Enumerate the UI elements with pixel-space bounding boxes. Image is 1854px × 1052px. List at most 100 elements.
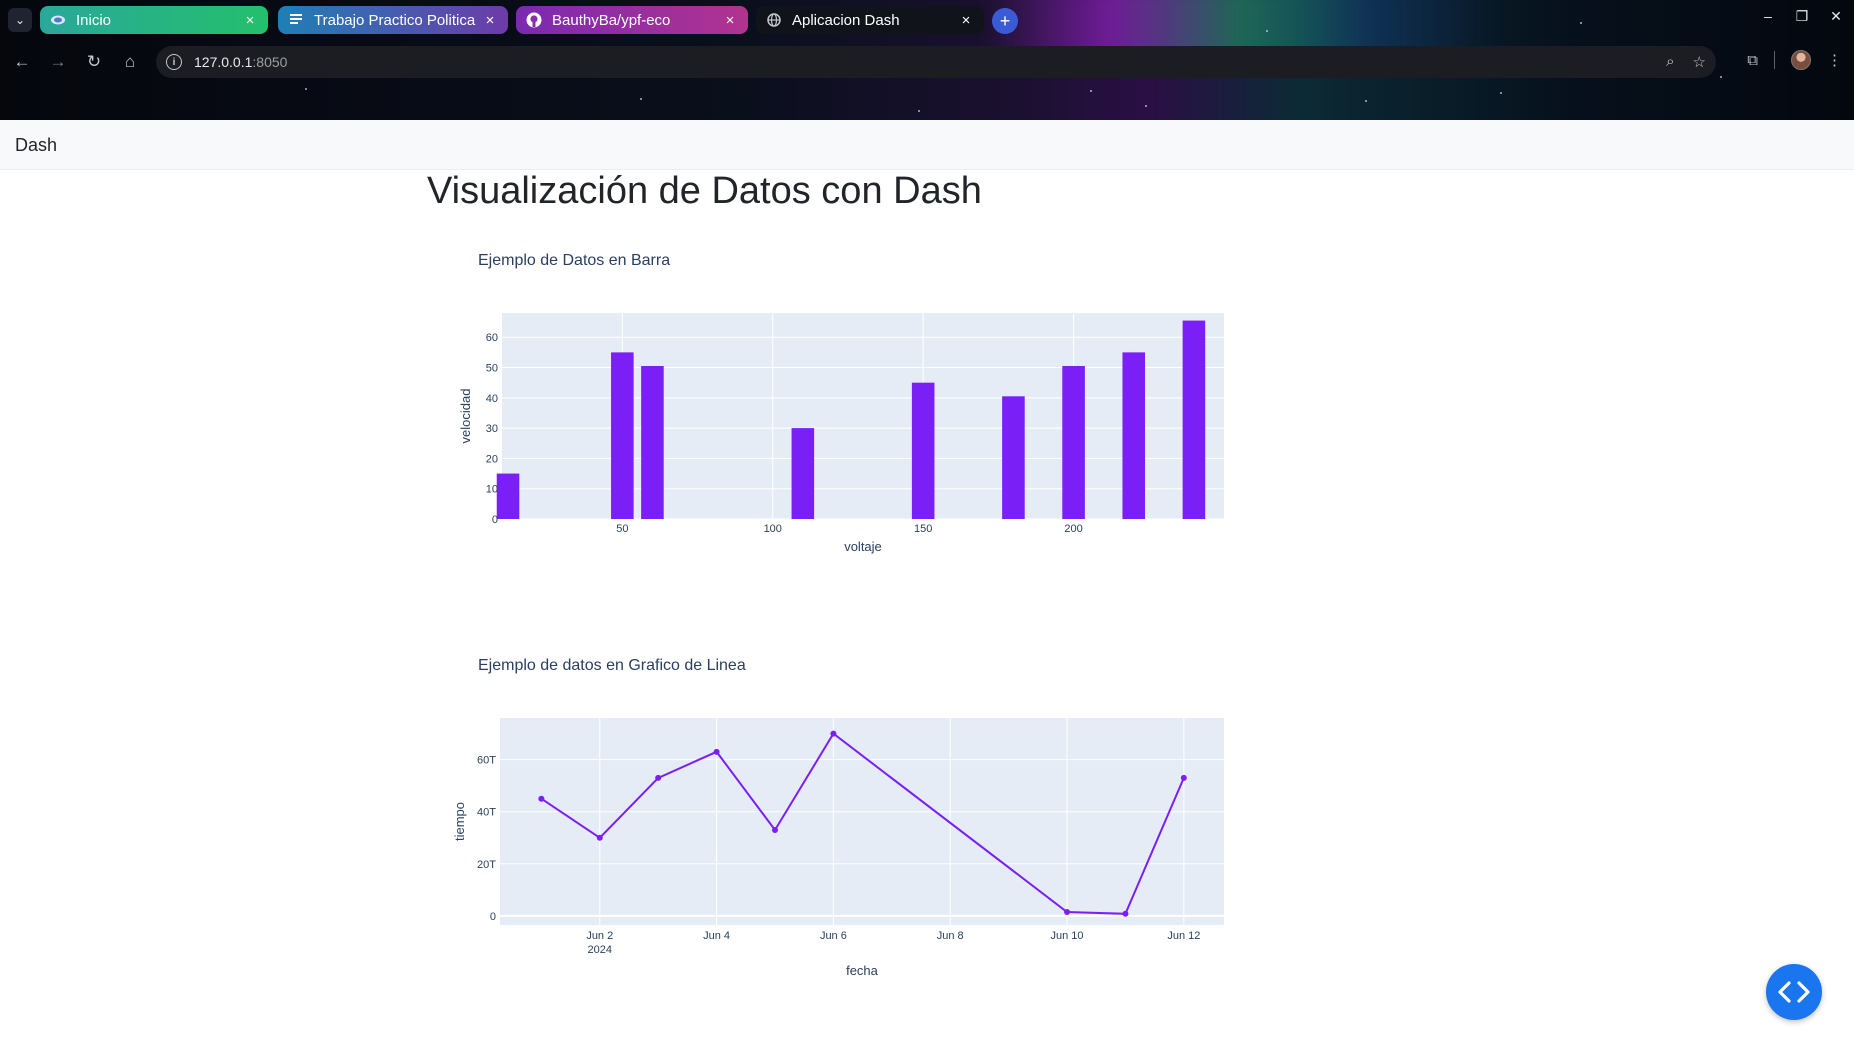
bar-chart[interactable]: 0 10 20 30 40 50 60 50 100 150 200 voltaje velocidad [440, 240, 1380, 600]
tab-search-button[interactable]: ⌄ [8, 8, 32, 32]
data-point [596, 834, 603, 841]
y-tick-label: 60T [477, 755, 496, 767]
toolbar-divider [1774, 51, 1775, 69]
address-bar[interactable]: i 127.0.0.1:8050 ⌕ ☆ [156, 46, 1716, 78]
y-tick-label: 20 [486, 453, 498, 465]
bar [1182, 320, 1206, 519]
y-tick-label: 20T [477, 859, 496, 871]
data-point [538, 795, 545, 802]
x-tick-label: Jun 4 [703, 930, 730, 942]
data-point [830, 730, 837, 737]
swirl-favicon-icon [50, 12, 66, 28]
bar [791, 428, 815, 519]
x-tick-label: 150 [914, 523, 932, 535]
menu-icon[interactable]: ⋮ [1827, 51, 1842, 69]
profile-avatar[interactable] [1791, 50, 1811, 70]
close-icon[interactable]: × [242, 12, 258, 29]
tab-trabajo-practico[interactable]: Trabajo Practico Politica × [278, 6, 508, 34]
extensions-icon[interactable]: ⧉ [1747, 52, 1758, 69]
github-favicon-icon [526, 12, 542, 28]
x-tick-label: Jun 10 [1051, 930, 1084, 942]
globe-favicon-icon [766, 12, 782, 28]
back-icon[interactable]: ← [10, 50, 34, 74]
forward-icon[interactable]: → [46, 50, 70, 74]
window-controls: – ❐ ✕ [1760, 8, 1844, 25]
data-point [1064, 908, 1071, 915]
y-tick-label: 50 [486, 363, 498, 375]
x-tick-label: Jun 12 [1167, 930, 1200, 942]
x-tick-label: Jun 2 [586, 930, 613, 942]
tab-title: Aplicacion Dash [792, 11, 900, 29]
line-chart-container: Ejemplo de datos en Grafico de Linea 0 20… [440, 645, 1380, 1020]
close-icon[interactable]: × [722, 12, 738, 29]
address-port: :8050 [252, 54, 288, 70]
page-title: Visualización de Datos con Dash [427, 170, 982, 212]
dash-debug-button[interactable] [1766, 964, 1822, 1020]
omnibox-actions: ⌕ ☆ [1666, 53, 1706, 71]
x-tick-label: 200 [1064, 523, 1082, 535]
y-axis-title: velocidad [458, 389, 473, 444]
y-tick-label: 40T [477, 807, 496, 819]
tab-strip: ⌄ Inicio × Trabajo Practico Politica × B… [0, 0, 1854, 40]
data-point [771, 826, 778, 833]
data-point [713, 748, 720, 755]
bar [641, 366, 664, 519]
x-tick-label: Jun 6 [820, 930, 847, 942]
window-close-icon[interactable]: ✕ [1828, 8, 1844, 25]
bar-chart-title: Ejemplo de Datos en Barra [478, 252, 671, 269]
code-brackets-icon [1778, 981, 1810, 1003]
close-icon[interactable]: × [958, 12, 974, 29]
tab-title: Inicio [76, 11, 112, 29]
restore-icon[interactable]: ❐ [1794, 8, 1810, 25]
bookmark-star-icon[interactable]: ☆ [1693, 53, 1706, 71]
y-tick-label: 0 [492, 514, 498, 526]
site-info-icon[interactable]: i [166, 54, 182, 70]
data-point [655, 774, 662, 781]
plot-area [500, 718, 1224, 925]
tab-inicio[interactable]: Inicio × [40, 6, 268, 34]
x-axis-title: voltaje [844, 539, 882, 554]
y-axis-title: tiempo [452, 802, 467, 841]
x-tick-label: 100 [764, 523, 782, 535]
bar [1122, 352, 1146, 519]
data-point [1122, 910, 1129, 917]
bar [496, 473, 520, 519]
chevron-down-icon: ⌄ [14, 13, 26, 27]
bar [611, 352, 634, 519]
tab-aplicacion-dash[interactable]: Aplicacion Dash × [756, 6, 984, 34]
toolbar-actions: ⧉ ⋮ [1747, 50, 1842, 70]
browser-toolbar: ← → ↻ ⌂ i 127.0.0.1:8050 ⌕ ☆ ⧉ ⋮ [0, 42, 1854, 82]
home-icon[interactable]: ⌂ [118, 50, 142, 74]
tab-github-repo[interactable]: BauthyBa/ypf-eco × [516, 6, 748, 34]
bar [1002, 396, 1025, 519]
y-tick-label: 30 [486, 423, 498, 435]
y-tick-label: 0 [490, 911, 496, 923]
x-tick-label: Jun 8 [937, 930, 964, 942]
navbar: Dash [0, 120, 1854, 170]
navbar-brand[interactable]: Dash [15, 135, 57, 156]
tab-title: Trabajo Practico Politica [314, 11, 476, 29]
y-tick-label: 10 [486, 484, 498, 496]
browser-chrome: ⌄ Inicio × Trabajo Practico Politica × B… [0, 0, 1854, 120]
reload-icon[interactable]: ↻ [82, 50, 106, 74]
y-tick-label: 40 [486, 393, 498, 405]
y-tick-label: 60 [486, 332, 498, 344]
new-tab-button[interactable]: + [992, 8, 1018, 34]
x-axis-title: fecha [846, 963, 879, 978]
bar [1062, 366, 1085, 519]
bar [911, 382, 935, 519]
plus-icon: + [999, 10, 1011, 31]
x-tick-year-label: 2024 [588, 944, 612, 956]
data-point [1180, 774, 1187, 781]
close-icon[interactable]: × [482, 12, 498, 29]
line-chart-title: Ejemplo de datos en Grafico de Linea [478, 657, 746, 674]
docs-favicon-icon [288, 12, 304, 28]
bar-chart-container: Ejemplo de Datos en Barra 0 10 20 30 40 50 60 5… [440, 240, 1380, 600]
tab-title: BauthyBa/ypf-eco [552, 11, 671, 29]
line-chart[interactable]: 0 20T 40T 60T Jun 2 Jun 4 Jun 6 Jun 8 Jun 10 Jun … [440, 645, 1380, 1020]
zoom-icon[interactable]: ⌕ [1666, 53, 1674, 71]
x-tick-label: 50 [616, 523, 628, 535]
address-host: 127.0.0.1 [194, 54, 253, 70]
plot-area [502, 313, 1224, 519]
minimize-icon[interactable]: – [1760, 8, 1776, 25]
